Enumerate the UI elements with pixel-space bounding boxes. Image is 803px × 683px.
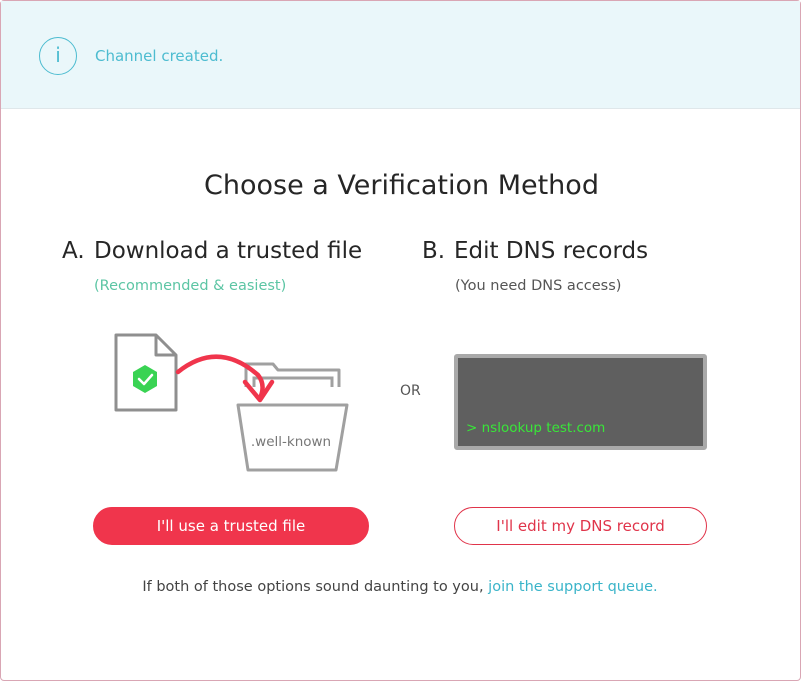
notification-banner: i Channel created. bbox=[1, 1, 800, 109]
trusted-file-illustration: .well-known bbox=[114, 333, 349, 472]
support-queue-link[interactable]: join the support queue. bbox=[488, 579, 657, 595]
footer-text: If both of those options sound daunting … bbox=[142, 579, 484, 595]
option-a-letter: A. bbox=[62, 238, 85, 264]
terminal-illustration: > nslookup test.com bbox=[454, 354, 707, 450]
info-icon: i bbox=[39, 37, 77, 75]
option-a-title: Download a trusted file bbox=[94, 238, 363, 264]
option-b-heading: B. Edit DNS records bbox=[422, 238, 648, 264]
use-trusted-file-button[interactable]: I'll use a trusted file bbox=[93, 507, 369, 545]
edit-dns-record-button[interactable]: I'll edit my DNS record bbox=[454, 507, 707, 545]
option-b-subtitle: (You need DNS access) bbox=[455, 278, 622, 294]
page-title: Choose a Verification Method bbox=[204, 170, 599, 201]
folder-icon bbox=[236, 362, 349, 472]
folder-label: .well-known bbox=[251, 434, 331, 450]
banner-message: Channel created. bbox=[95, 47, 224, 65]
terminal-command: > nslookup test.com bbox=[466, 420, 606, 436]
option-b-title: Edit DNS records bbox=[454, 238, 649, 264]
option-a-subtitle: (Recommended & easiest) bbox=[94, 278, 287, 294]
support-footer: If both of those options sound daunting … bbox=[0, 579, 800, 595]
or-separator: OR bbox=[400, 383, 421, 399]
option-a-heading: A. Download a trusted file bbox=[62, 238, 362, 264]
option-b-letter: B. bbox=[422, 238, 446, 264]
